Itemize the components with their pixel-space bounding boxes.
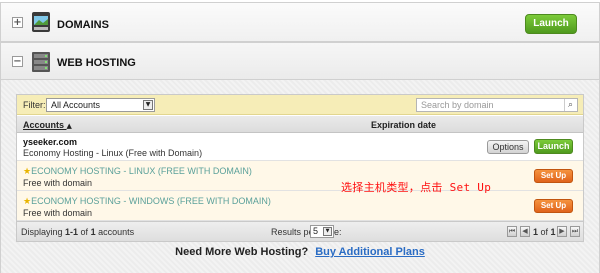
account-plan: Economy Hosting - Linux (Free with Domai… xyxy=(23,148,203,158)
account-launch-button[interactable]: Launch xyxy=(534,139,573,154)
filter-select[interactable]: All Accounts ▼ xyxy=(46,98,155,112)
buy-additional-plans-link[interactable]: Buy Additional Plans xyxy=(315,246,425,258)
footer-question: Need More Web Hosting? xyxy=(175,246,309,258)
pagination-bar: Displaying 1-1 of 1 accounts Results per… xyxy=(17,221,583,241)
hosting-panel-area: Filter: All Accounts ▼ Search by domain … xyxy=(0,80,600,273)
web-hosting-title: WEB HOSTING xyxy=(57,57,136,69)
web-hosting-section: − WEB HOSTING xyxy=(0,42,600,80)
filter-label: Filter: xyxy=(23,100,46,110)
annotation-text: 选择主机类型，点击 Set Up xyxy=(341,181,492,194)
table-row: ★ECONOMY HOSTING - WINDOWS (FREE WITH DO… xyxy=(17,191,583,221)
prev-page-icon[interactable]: ◀ xyxy=(520,226,530,237)
server-icon xyxy=(31,51,51,76)
options-button[interactable]: Options xyxy=(487,140,529,154)
dropdown-arrow-icon[interactable]: ▼ xyxy=(143,100,153,110)
displaying-count: Displaying 1-1 of 1 accounts xyxy=(21,227,135,237)
column-accounts-header[interactable]: Accounts ▲ xyxy=(23,120,72,130)
sort-up-icon: ▲ xyxy=(66,122,72,130)
domains-launch-button[interactable]: Launch xyxy=(525,14,577,34)
plan-link-linux[interactable]: ★ECONOMY HOSTING - LINUX (FREE WITH DOMA… xyxy=(23,166,252,177)
dropdown-arrow-icon[interactable]: ▼ xyxy=(323,227,332,236)
plan-subtitle: Free with domain xyxy=(23,178,93,188)
search-input[interactable]: Search by domain ⌕ xyxy=(416,98,578,112)
page-indicator: 1 of 1 xyxy=(533,227,556,237)
plus-toggle-icon[interactable]: + xyxy=(12,17,23,28)
plan-subtitle: Free with domain xyxy=(23,208,93,218)
setup-button[interactable]: Set Up xyxy=(534,199,573,213)
account-domain: yseeker.com xyxy=(23,137,78,147)
first-page-icon[interactable]: ⏮ xyxy=(507,226,517,237)
table-header: Accounts ▲ Expiration date xyxy=(17,116,583,133)
setup-button[interactable]: Set Up xyxy=(534,169,573,183)
column-expiration-header: Expiration date xyxy=(371,120,437,130)
table-row: yseeker.com Economy Hosting - Linux (Fre… xyxy=(17,133,583,161)
minus-toggle-icon[interactable]: − xyxy=(12,56,23,67)
domains-icon xyxy=(31,11,51,36)
search-placeholder: Search by domain xyxy=(421,100,494,110)
domains-title: DOMAINS xyxy=(57,19,109,31)
footer-upsell: Need More Web Hosting? Buy Additional Pl… xyxy=(1,246,599,258)
hosting-accounts-panel: Filter: All Accounts ▼ Search by domain … xyxy=(16,94,584,242)
next-page-icon[interactable]: ▶ xyxy=(557,226,567,237)
last-page-icon[interactable]: ⏭ xyxy=(570,226,580,237)
filter-selected-value: All Accounts xyxy=(51,100,101,110)
search-icon[interactable]: ⌕ xyxy=(564,99,576,111)
plan-link-windows[interactable]: ★ECONOMY HOSTING - WINDOWS (FREE WITH DO… xyxy=(23,196,271,207)
results-per-page-value: 5 xyxy=(313,226,319,236)
domains-section: + DOMAINS Launch xyxy=(0,2,600,42)
star-icon: ★ xyxy=(23,197,32,207)
results-per-page-select[interactable]: 5 ▼ xyxy=(310,225,334,238)
filter-bar: Filter: All Accounts ▼ Search by domain … xyxy=(17,95,583,115)
table-row: ★ECONOMY HOSTING - LINUX (FREE WITH DOMA… xyxy=(17,161,583,191)
star-icon: ★ xyxy=(23,167,32,177)
